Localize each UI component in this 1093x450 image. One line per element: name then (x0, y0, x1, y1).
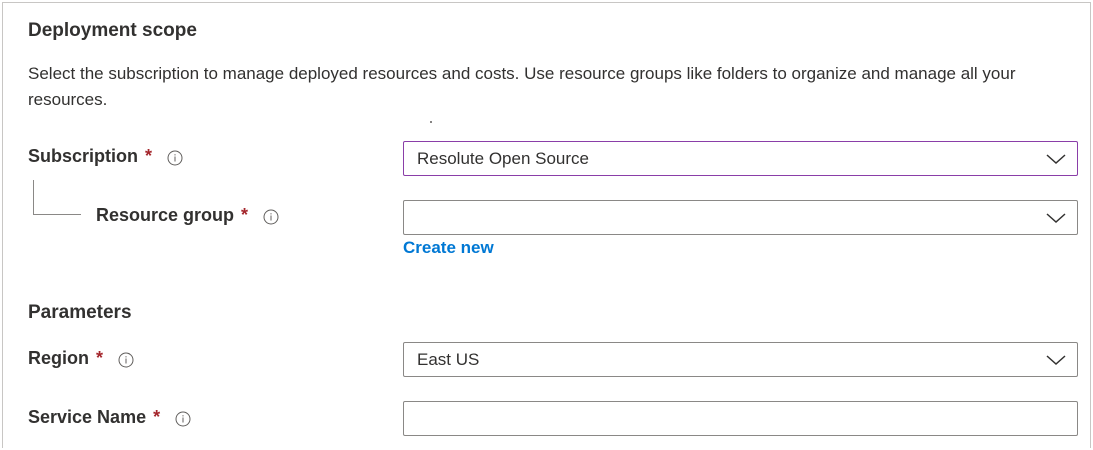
required-asterisk: * (145, 146, 153, 166)
info-icon[interactable] (263, 209, 279, 225)
chevron-down-icon (1046, 355, 1066, 366)
resource-group-dropdown[interactable] (403, 200, 1078, 235)
tree-connector-vertical (33, 180, 34, 214)
info-icon[interactable] (118, 352, 134, 368)
decorative-dot (430, 121, 432, 123)
chevron-down-icon (1046, 154, 1066, 165)
deployment-scope-heading: Deployment scope (28, 20, 197, 41)
deployment-scope-description: Select the subscription to manage deploy… (28, 64, 1016, 109)
subscription-dropdown[interactable]: Resolute Open Source (403, 141, 1078, 176)
info-icon[interactable] (167, 150, 183, 166)
region-label: Region * (28, 348, 134, 369)
required-asterisk: * (153, 407, 161, 427)
info-icon[interactable] (175, 411, 191, 427)
service-name-input[interactable] (403, 401, 1078, 436)
resource-group-label-text: Resource group (96, 205, 235, 225)
chevron-down-icon (1046, 213, 1066, 224)
subscription-label: Subscription * (28, 146, 183, 167)
tree-connector-horizontal (33, 214, 81, 215)
subscription-selected-value: Resolute Open Source (417, 149, 589, 168)
parameters-heading: Parameters (28, 302, 132, 323)
required-asterisk: * (96, 348, 104, 368)
required-asterisk: * (241, 205, 249, 225)
resource-group-label: Resource group * (96, 205, 279, 226)
service-name-label: Service Name * (28, 407, 191, 428)
region-label-text: Region (28, 348, 89, 368)
service-name-label-text: Service Name (28, 407, 147, 427)
region-selected-value: East US (417, 350, 480, 369)
subscription-label-text: Subscription (28, 146, 139, 166)
create-new-link[interactable]: Create new (403, 238, 494, 258)
region-dropdown[interactable]: East US (403, 342, 1078, 377)
